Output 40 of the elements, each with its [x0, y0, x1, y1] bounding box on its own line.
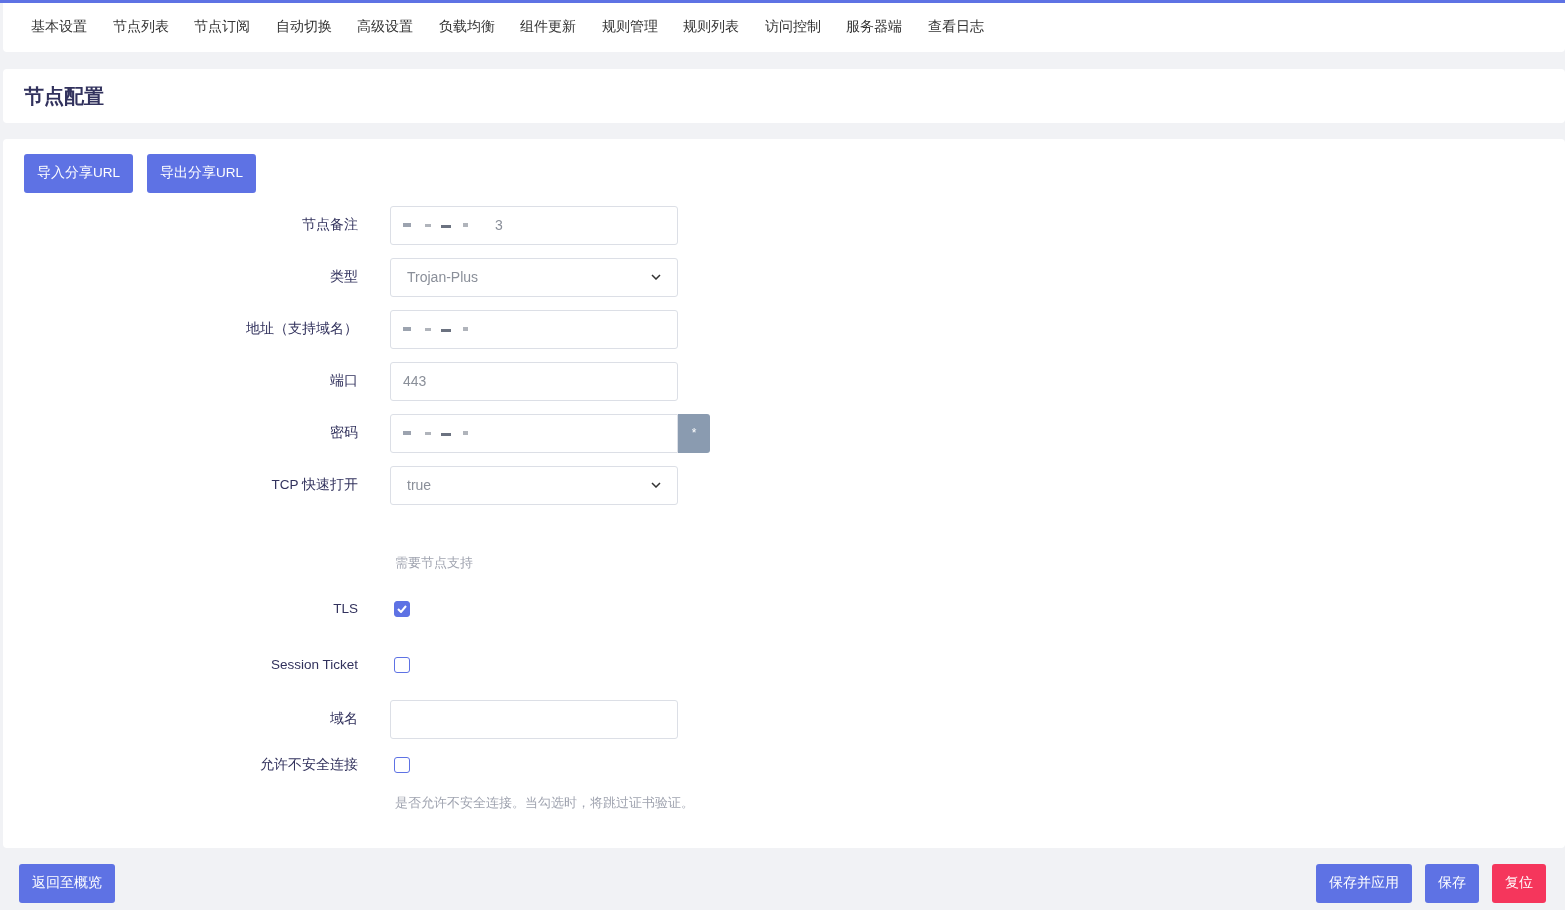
chevron-down-icon — [651, 482, 661, 488]
field-label: 域名 — [330, 709, 358, 728]
share-url-button[interactable]: 导出分享URL — [147, 154, 257, 193]
field-label: 允许不安全连接 — [260, 755, 358, 774]
field-label: TLS — [333, 599, 358, 618]
hint-text: 需要节点支持 — [395, 555, 473, 573]
field-label: 密码 — [330, 423, 358, 442]
chevron-down-icon — [651, 274, 661, 280]
text-field[interactable] — [390, 699, 678, 739]
hint-text: 是否允许不安全连接。当勾选时，将跳过证书验证。 — [395, 795, 694, 813]
field-label: Session Ticket — [270, 655, 358, 674]
nav-tab[interactable]: 规则管理 — [593, 17, 675, 38]
nav-tab[interactable]: 查看日志 — [919, 17, 1001, 38]
checkbox[interactable] — [394, 601, 410, 617]
back-button[interactable]: 返回至概览 — [19, 864, 115, 903]
action-button[interactable]: 保存并应用 — [1316, 864, 1412, 903]
nav-tab[interactable]: 负载均衡 — [430, 17, 512, 38]
field-label: TCP 快速打开 — [271, 475, 358, 494]
checkbox[interactable] — [394, 757, 410, 773]
nav-tab[interactable]: 节点订阅 — [186, 17, 268, 38]
nav-tab[interactable]: 服务器端 — [838, 17, 920, 38]
field-label: 类型 — [330, 267, 358, 286]
password-field[interactable] — [390, 413, 678, 453]
nav-tab[interactable]: 节点列表 — [104, 17, 186, 38]
nav-tab[interactable]: 访问控制 — [756, 17, 838, 38]
share-url-button[interactable]: 导入分享URL — [24, 154, 133, 193]
check-icon — [397, 605, 407, 613]
nav-tab[interactable]: 自动切换 — [267, 17, 349, 38]
field-label: 节点备注 — [302, 215, 358, 234]
page-title: 节点配置 — [24, 84, 104, 109]
field-label: 地址（支持域名） — [246, 319, 358, 338]
text-field[interactable] — [390, 309, 678, 349]
action-button[interactable]: 保存 — [1425, 864, 1479, 903]
nav-tab[interactable]: 组件更新 — [512, 17, 594, 38]
checkbox[interactable] — [394, 657, 410, 673]
nav-tab[interactable]: 高级设置 — [349, 17, 431, 38]
field-label: 端口 — [330, 371, 358, 390]
nav-tab[interactable]: 规则列表 — [675, 17, 757, 38]
nav-tab[interactable]: 基本设置 — [23, 17, 105, 38]
action-button[interactable]: 复位 — [1492, 864, 1546, 903]
